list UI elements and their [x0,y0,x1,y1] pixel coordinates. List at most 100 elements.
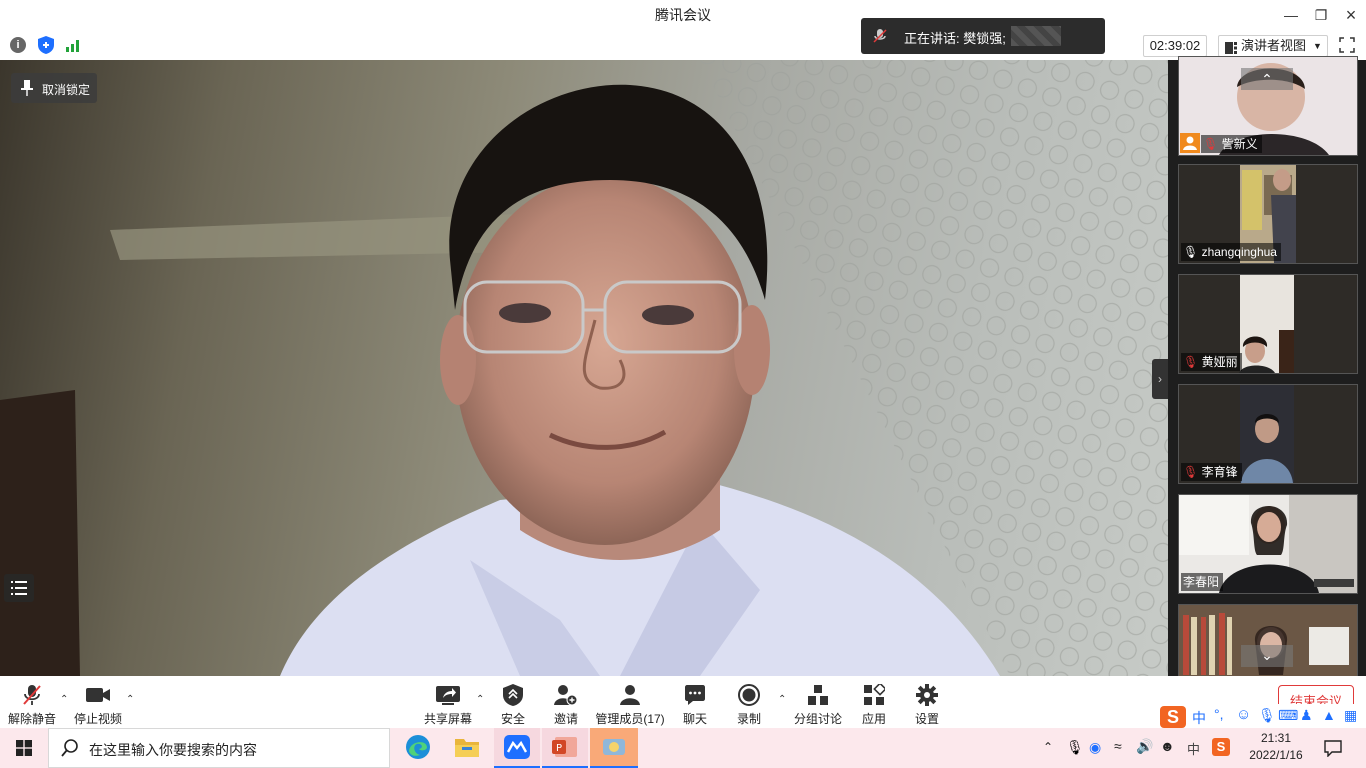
powerpoint-taskbar-icon[interactable]: P [542,728,588,768]
chat-button[interactable]: 聊天 [678,678,712,727]
stop-video-button[interactable]: 停止视频 [74,678,122,727]
clock-time: 21:31 [1260,731,1292,745]
participant-label: 李春阳 [1181,573,1224,591]
unpin-button[interactable]: 取消锁定 [11,73,97,103]
participant-tile[interactable]: 李春阳 [1178,494,1358,594]
speaking-notice: 正在讲话: 樊锁强; [861,18,1105,54]
sogou-logo-icon: S [1160,706,1186,728]
punctuation-icon[interactable]: °, [1214,706,1224,722]
unmute-label: 解除静音 [8,712,57,726]
layout-icon [1225,40,1237,54]
record-options-chevron-icon[interactable]: ⌃ [778,694,786,705]
fullscreen-icon[interactable] [1339,37,1355,58]
clock-date: 2022/1/16 [1249,748,1303,762]
qq-icon[interactable]: ☻ [1160,738,1175,754]
security-tray-icon[interactable]: ◉ [1089,739,1101,756]
share-options-chevron-icon[interactable]: ⌃ [476,694,484,705]
app-title: 腾讯会议 [655,7,711,23]
participant-tile[interactable]: ⌄ [1178,604,1358,678]
record-label: 录制 [736,712,761,726]
mic-muted-icon: 🎙 [1203,137,1219,151]
share-screen-icon [436,686,460,705]
list-icon[interactable] [4,574,34,602]
camera-icon [86,688,110,702]
share-screen-label: 共享屏幕 [423,712,472,726]
notification-icon[interactable] [1324,739,1342,762]
participant-tile[interactable]: 🎙 李育锋 [1178,384,1358,484]
security-button[interactable]: 安全 [496,678,530,727]
mic-icon: 🎙 [1183,245,1199,259]
mic-muted-icon: 🎙 [1183,355,1199,369]
tool-app-taskbar-icon[interactable] [590,728,638,768]
edge-browser-icon[interactable] [404,733,432,766]
settings-label: 设置 [914,712,939,726]
taskbar-search-box[interactable]: 在这里输入你要搜索的内容 [48,728,390,768]
view-mode-select[interactable]: 演讲者视图 ▼ [1218,35,1328,57]
apps-button[interactable]: 应用 [857,678,891,727]
breakout-button[interactable]: 分组讨论 [794,678,842,727]
record-button[interactable]: 录制 [732,678,766,727]
grid-menu-icon[interactable]: ▦ [1344,707,1357,724]
invite-button[interactable]: 邀请 [549,678,583,727]
participant-name: 訾新义 [1221,137,1258,151]
participant-tile[interactable]: ⌃ 🎙 訾新义 [1178,56,1358,156]
collapse-panel-button[interactable]: › [1152,359,1168,399]
scroll-down-button[interactable]: ⌄ [1241,645,1293,667]
skin-icon[interactable]: ▲ [1322,707,1336,723]
blurred-avatar [1011,26,1061,46]
mic-muted-icon: 🎙 [1183,465,1199,479]
wifi-icon[interactable]: ≈ [1114,738,1122,754]
minimize-button[interactable]: — [1276,0,1306,30]
chat-icon [685,685,705,705]
show-hidden-icons-chevron-icon[interactable]: ⌃ [1043,740,1053,754]
speaking-text: 正在讲话: 樊锁强; [904,31,1006,46]
participant-tile[interactable]: 🎙 zhangqinghua [1178,164,1358,264]
meeting-timer: 02:39:02 [1143,35,1207,57]
ime-toolbar[interactable]: S 中 °, ☺ 🎙 ⌨ ♟ ▲ ▦ [1158,704,1366,730]
audio-options-chevron-icon[interactable]: ⌃ [60,694,68,705]
participant-label: 🎙 黄娅丽 [1181,353,1242,371]
settings-button[interactable]: 设置 [910,678,944,727]
input-language-icon[interactable]: 中 [1187,739,1200,758]
scroll-up-button[interactable]: ⌃ [1241,68,1293,90]
apps-icon [864,684,885,705]
share-screen-button[interactable]: 共享屏幕 [422,678,474,727]
restore-button[interactable]: ❐ [1306,0,1336,30]
apps-label: 应用 [861,712,886,726]
keyboard-icon[interactable]: ⌨ [1278,707,1298,724]
host-icon [1180,133,1200,153]
participant-tile[interactable]: 🎙 黄娅丽 [1178,274,1358,374]
tray-clock[interactable]: 21:31 2022/1/16 [1242,730,1310,764]
file-explorer-icon[interactable] [454,735,480,764]
unmute-button[interactable]: 解除静音 [8,678,56,727]
emoji-icon[interactable]: ☺ [1236,706,1251,723]
video-options-chevron-icon[interactable]: ⌃ [126,694,134,705]
chevron-down-icon: ▼ [1313,41,1322,51]
microphone-tray-icon[interactable]: 🎙 [1066,739,1084,756]
windows-start-icon[interactable] [16,740,32,761]
user-icon[interactable]: ♟ [1300,707,1313,724]
add-user-icon [554,685,578,706]
search-icon [61,739,79,762]
shield-icon[interactable] [38,36,54,59]
svg-text:P: P [556,743,562,754]
ime-mode-label[interactable]: 中 [1192,708,1206,728]
participant-name: 李育锋 [1201,465,1238,479]
view-mode-label: 演讲者视图 [1241,38,1307,53]
voice-input-icon[interactable]: 🎙 [1258,707,1276,724]
sogou-tray-icon[interactable]: S [1212,738,1230,756]
info-icon[interactable]: i [10,37,26,53]
participant-label: 🎙 zhangqinghua [1181,243,1281,261]
close-button[interactable]: × [1336,0,1366,30]
main-video: 取消锁定 [0,60,1168,676]
mic-muted-icon [873,29,887,43]
participant-name: 黄娅丽 [1201,355,1238,369]
gear-icon [916,684,938,706]
manage-members-button[interactable]: 管理成员(17) [594,678,666,727]
mic-muted-icon [23,685,41,705]
volume-icon[interactable]: 🔊 [1136,738,1153,755]
search-placeholder: 在这里输入你要搜索的内容 [89,742,257,758]
members-icon [620,685,640,705]
tencent-meeting-taskbar-icon[interactable] [494,728,540,768]
signal-icon[interactable] [66,38,82,57]
